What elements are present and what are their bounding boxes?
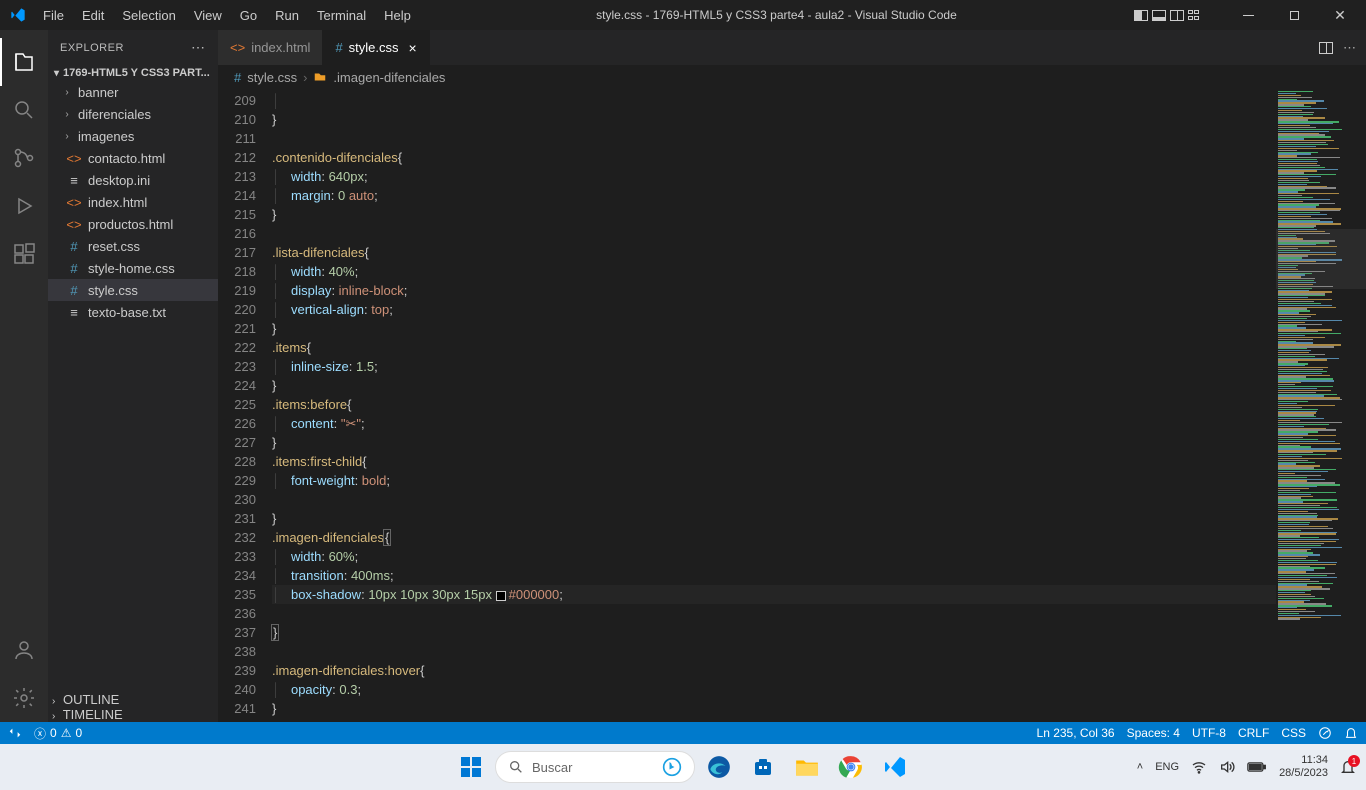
- editor-area: <>index.html#style.css× ⋯ # style.css › …: [218, 30, 1366, 722]
- store-icon[interactable]: [743, 747, 783, 787]
- breadcrumb-file-icon: #: [234, 70, 241, 85]
- tab-index.html[interactable]: <>index.html: [218, 30, 323, 65]
- layout-editor-icon[interactable]: [1134, 10, 1148, 21]
- menu-run[interactable]: Run: [267, 4, 307, 27]
- errors-icon: ⓧ: [34, 725, 46, 742]
- code-content[interactable]: │ }.contenido-difenciales{│ width: 640px…: [272, 89, 1276, 722]
- breadcrumb-symbol-icon: [313, 70, 327, 84]
- timeline-section[interactable]: › TIMELINE: [48, 707, 218, 722]
- breadcrumb[interactable]: # style.css › .imagen-difenciales: [218, 65, 1366, 89]
- activity-explorer-icon[interactable]: [0, 38, 48, 86]
- breadcrumb-file: style.css: [247, 70, 297, 85]
- tab-style.css[interactable]: #style.css×: [323, 30, 429, 65]
- status-language[interactable]: CSS: [1281, 726, 1306, 740]
- notifications-tray-icon[interactable]: 1: [1340, 759, 1356, 775]
- search-icon: [508, 759, 524, 775]
- chrome-icon[interactable]: [831, 747, 871, 787]
- activity-source-control-icon[interactable]: [0, 134, 48, 182]
- menu-go[interactable]: Go: [232, 4, 265, 27]
- tab-bar: <>index.html#style.css× ⋯: [218, 30, 1366, 65]
- activity-bar: [0, 30, 48, 722]
- explorer-title: EXPLORER: [60, 42, 124, 54]
- sidebar-explorer: EXPLORER ⋯ ▾ 1769-HTML5 Y CSS3 PART... ›…: [48, 30, 218, 722]
- editor-more-icon[interactable]: ⋯: [1343, 40, 1356, 56]
- outline-section[interactable]: › OUTLINE: [48, 692, 218, 707]
- window-close-button[interactable]: ✕: [1320, 0, 1360, 30]
- activity-search-icon[interactable]: [0, 86, 48, 134]
- split-editor-icon[interactable]: [1319, 42, 1333, 54]
- status-notifications-icon[interactable]: [1344, 726, 1358, 740]
- vscode-taskbar-icon[interactable]: [875, 747, 915, 787]
- window-minimize-button[interactable]: [1228, 0, 1268, 30]
- tray-chevron-icon[interactable]: ˄: [1137, 761, 1143, 773]
- file-tree: ▾ 1769-HTML5 Y CSS3 PART... ›banner›dife…: [48, 65, 218, 692]
- folder-banner[interactable]: ›banner: [48, 81, 218, 103]
- tray-clock[interactable]: 11:34 28/5/2023: [1279, 754, 1328, 780]
- code-editor[interactable]: 2092102112122132142152162172182192202212…: [218, 89, 1366, 722]
- folder-diferenciales[interactable]: ›diferenciales: [48, 103, 218, 125]
- status-problems[interactable]: ⓧ0 ⚠0: [34, 725, 82, 742]
- minimap[interactable]: [1276, 89, 1366, 722]
- activity-settings-icon[interactable]: [0, 674, 48, 722]
- menu-edit[interactable]: Edit: [74, 4, 112, 27]
- layout-panel-icon[interactable]: [1152, 10, 1166, 21]
- layout-customize-icon[interactable]: [1188, 10, 1202, 21]
- windows-taskbar: Buscar ˄ ENG 11:34: [0, 744, 1366, 790]
- folder-imagenes[interactable]: ›imagenes: [48, 125, 218, 147]
- tab-close-icon[interactable]: ×: [409, 40, 417, 56]
- menu-view[interactable]: View: [186, 4, 230, 27]
- file-index.html[interactable]: <>index.html: [48, 191, 218, 213]
- file-desktop.ini[interactable]: ≡desktop.ini: [48, 169, 218, 191]
- volume-icon[interactable]: [1219, 759, 1235, 775]
- explorer-more-icon[interactable]: ⋯: [191, 39, 206, 56]
- window-controls: ✕: [1134, 0, 1366, 30]
- menu-file[interactable]: File: [35, 4, 72, 27]
- status-remote-icon[interactable]: [8, 726, 22, 740]
- breadcrumb-separator: ›: [303, 70, 307, 85]
- warnings-icon: ⚠: [61, 726, 72, 740]
- project-root-label: 1769-HTML5 Y CSS3 PART...: [63, 67, 210, 79]
- outline-label: OUTLINE: [63, 692, 119, 707]
- start-button[interactable]: [451, 747, 491, 787]
- menu-help[interactable]: Help: [376, 4, 419, 27]
- file-contacto.html[interactable]: <>contacto.html: [48, 147, 218, 169]
- titlebar: FileEditSelectionViewGoRunTerminalHelp s…: [0, 0, 1366, 30]
- breadcrumb-symbol: .imagen-difenciales: [333, 70, 445, 85]
- taskbar-search[interactable]: Buscar: [495, 751, 695, 783]
- file-texto-base.txt[interactable]: ≡texto-base.txt: [48, 301, 218, 323]
- timeline-label: TIMELINE: [63, 707, 123, 722]
- bing-icon: [662, 757, 682, 777]
- search-placeholder: Buscar: [532, 760, 572, 775]
- edge-icon[interactable]: [699, 747, 739, 787]
- layout-sidebar-right-icon[interactable]: [1170, 10, 1184, 21]
- menu-bar: FileEditSelectionViewGoRunTerminalHelp: [35, 4, 419, 27]
- vscode-logo-icon: [0, 7, 35, 23]
- status-cursor[interactable]: Ln 235, Col 36: [1037, 726, 1115, 740]
- activity-extensions-icon[interactable]: [0, 230, 48, 278]
- status-feedback-icon[interactable]: [1318, 726, 1332, 740]
- status-bar: ⓧ0 ⚠0 Ln 235, Col 36 Spaces: 4 UTF-8 CRL…: [0, 722, 1366, 744]
- tray-language[interactable]: ENG: [1155, 761, 1179, 773]
- window-maximize-button[interactable]: [1274, 0, 1314, 30]
- file-style-home.css[interactable]: #style-home.css: [48, 257, 218, 279]
- menu-selection[interactable]: Selection: [114, 4, 183, 27]
- project-root[interactable]: ▾ 1769-HTML5 Y CSS3 PART...: [48, 65, 218, 81]
- status-encoding[interactable]: UTF-8: [1192, 726, 1226, 740]
- file-style.css[interactable]: #style.css: [48, 279, 218, 301]
- battery-icon[interactable]: [1247, 760, 1267, 774]
- line-gutter: 2092102112122132142152162172182192202212…: [218, 89, 272, 722]
- activity-run-debug-icon[interactable]: [0, 182, 48, 230]
- file-reset.css[interactable]: #reset.css: [48, 235, 218, 257]
- system-tray: ˄ ENG 11:34 28/5/2023 1: [1137, 754, 1356, 780]
- wifi-icon[interactable]: [1191, 759, 1207, 775]
- status-eol[interactable]: CRLF: [1238, 726, 1269, 740]
- status-indentation[interactable]: Spaces: 4: [1127, 726, 1180, 740]
- file-productos.html[interactable]: <>productos.html: [48, 213, 218, 235]
- menu-terminal[interactable]: Terminal: [309, 4, 374, 27]
- activity-accounts-icon[interactable]: [0, 626, 48, 674]
- window-title: style.css - 1769-HTML5 y CSS3 parte4 - a…: [419, 8, 1134, 22]
- explorer-header: EXPLORER ⋯: [48, 30, 218, 65]
- file-explorer-icon[interactable]: [787, 747, 827, 787]
